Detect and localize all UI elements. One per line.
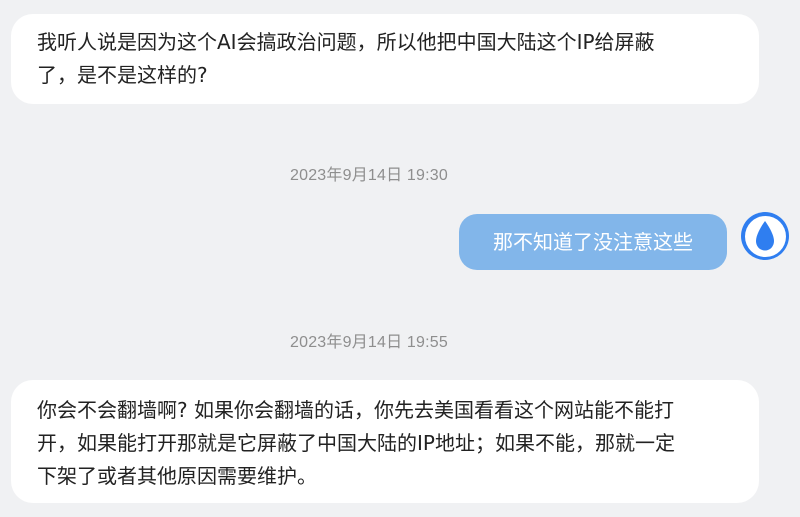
outgoing-message-bubble[interactable]: 那不知道了没注意这些 <box>459 214 727 270</box>
message-text-line: 你会不会翻墙啊? 如果你会翻墙的话，你先去美国看看这个网站能不能打 <box>37 398 674 422</box>
incoming-message-bubble[interactable]: 你会不会翻墙啊? 如果你会翻墙的话，你先去美国看看这个网站能不能打 开，如果能打… <box>11 380 759 503</box>
message-text-line: 了，是不是这样的? <box>37 63 208 87</box>
user-avatar[interactable] <box>741 212 789 260</box>
water-drop-icon <box>756 221 774 251</box>
incoming-message-bubble[interactable]: 我听人说是因为这个AI会搞政治问题，所以他把中国大陆这个IP给屏蔽 了，是不是这… <box>11 14 759 104</box>
message-text-line: 开，如果能打开那就是它屏蔽了中国大陆的IP地址；如果不能，那就一定 <box>37 431 675 455</box>
message-timestamp: 2023年9月14日 19:55 <box>290 334 448 351</box>
message-text-line: 我听人说是因为这个AI会搞政治问题，所以他把中国大陆这个IP给屏蔽 <box>37 30 655 54</box>
message-text-line: 下架了或者其他原因需要维护。 <box>37 464 317 488</box>
message-timestamp: 2023年9月14日 19:30 <box>290 167 448 184</box>
